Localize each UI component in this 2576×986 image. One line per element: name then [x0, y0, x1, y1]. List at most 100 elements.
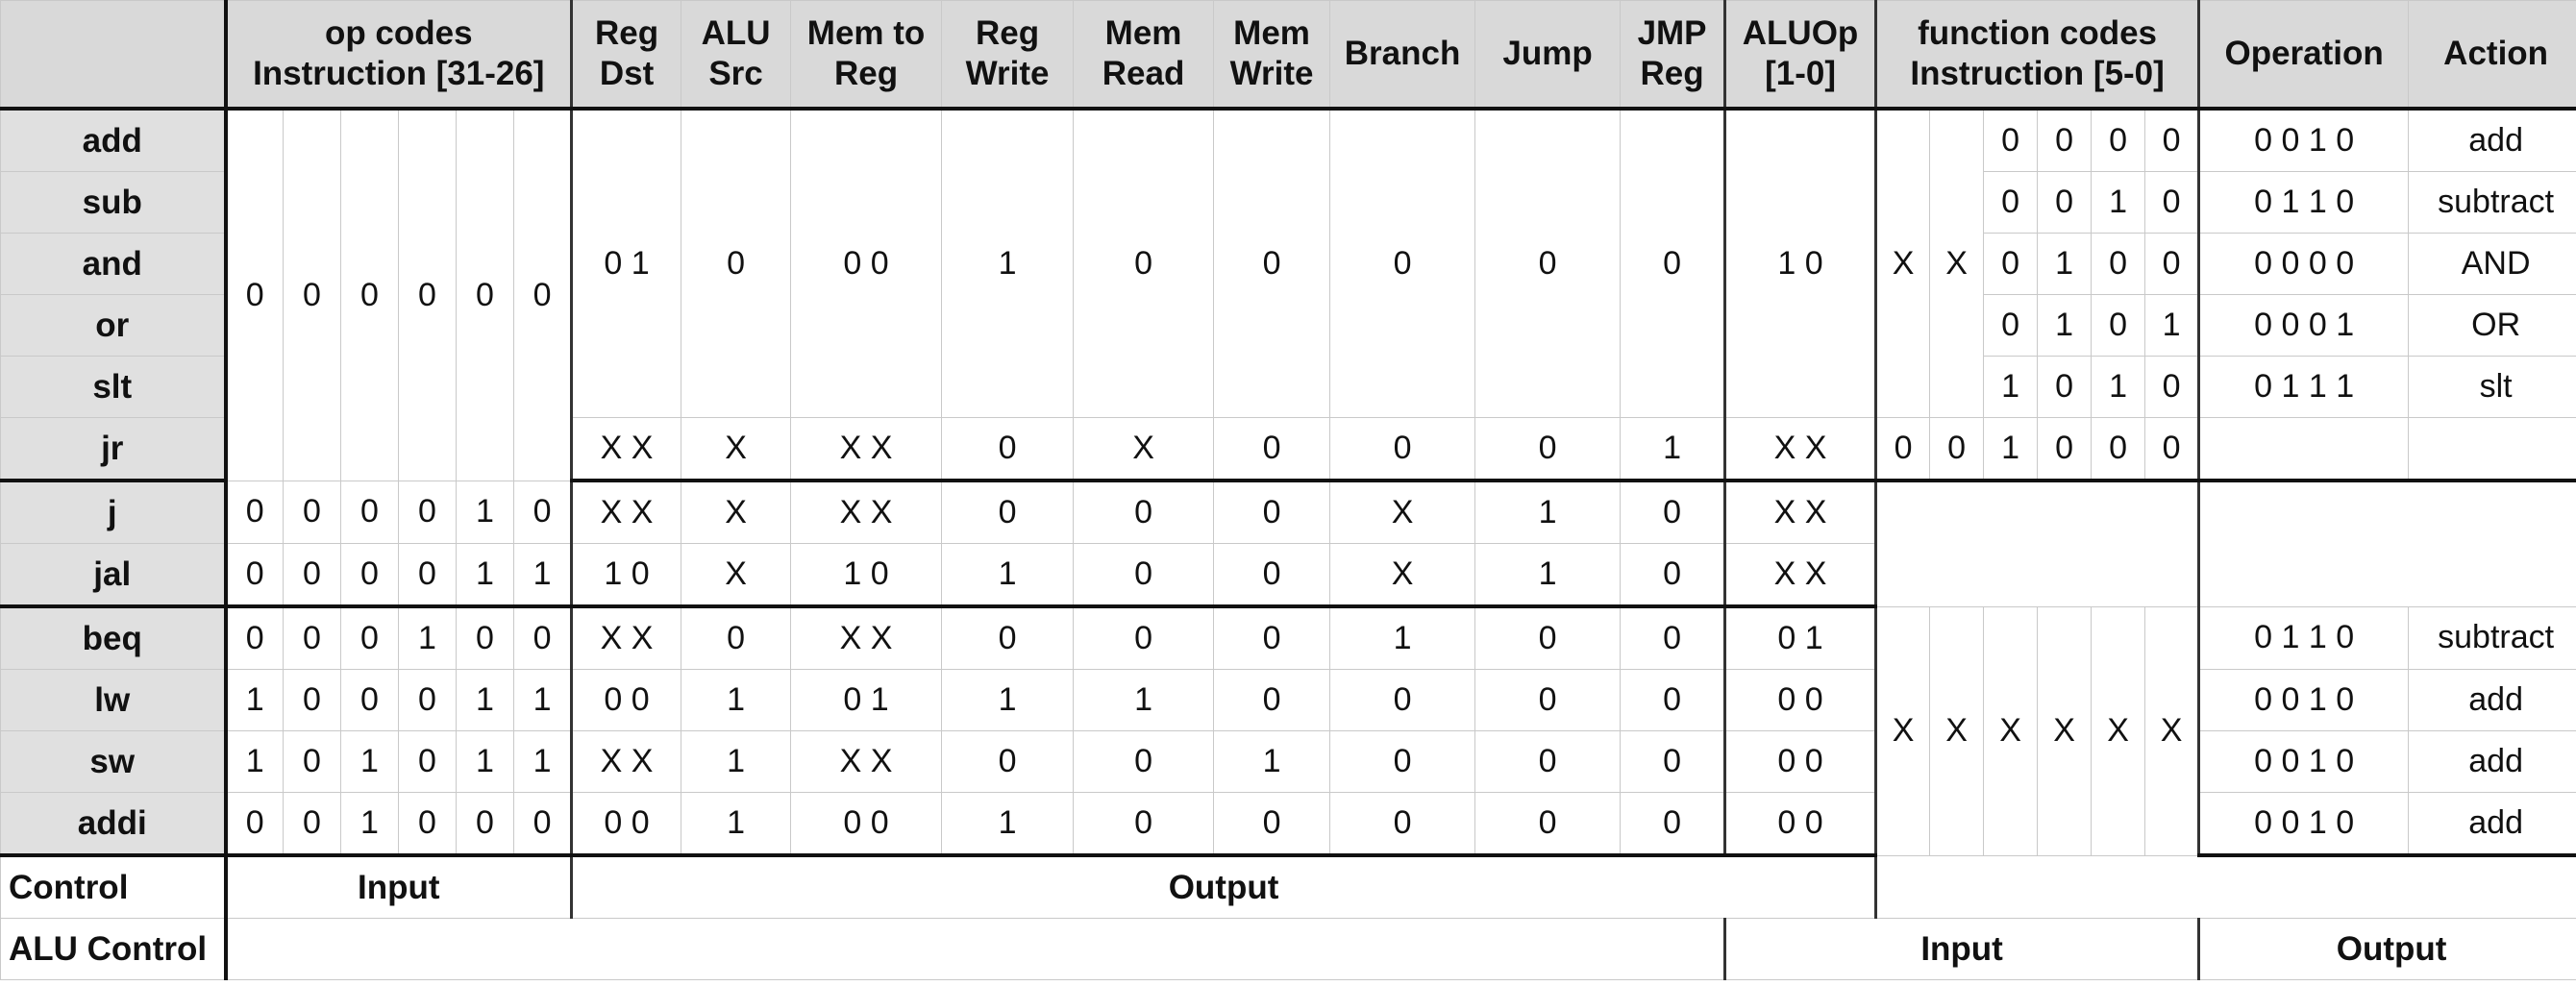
jump-cell: 0	[1474, 605, 1622, 670]
opcode-bit: 0	[398, 480, 457, 544]
opcode-bit: 0	[225, 543, 284, 608]
opcode-bit: 0	[512, 792, 574, 857]
row-label: and	[0, 233, 228, 295]
header-reg-write: Reg Write	[941, 0, 1075, 111]
reg-write-cell: 0	[941, 730, 1075, 793]
opcode-bit: 0	[398, 669, 457, 731]
opcode-bit: 0	[340, 108, 399, 481]
funct-bit: 1	[2037, 294, 2093, 357]
jmp-reg-cell: 0	[1620, 543, 1727, 608]
opcode-bit: 0	[512, 108, 574, 481]
opcode-bit: 0	[283, 669, 341, 731]
control-truth-table: op codes Instruction [31-26] Reg Dst ALU Sr…	[0, 0, 2576, 980]
action-cell: OR	[2408, 294, 2576, 357]
opcode-bit: 0	[283, 730, 341, 793]
opcode-bit: 1	[512, 669, 574, 731]
reg-dst-cell: 0 0	[571, 669, 682, 731]
alu-control-output-span: Output	[2198, 918, 2576, 980]
opcode-bit: 0	[340, 480, 399, 544]
funct-bit: X	[1929, 605, 1985, 856]
branch-cell: 0	[1329, 417, 1476, 482]
aluop-cell: 0 0	[1724, 669, 1878, 731]
mem-to-reg-cell: 0 0	[790, 792, 943, 857]
funct-bit: 0	[1983, 233, 2039, 295]
funct-bit: X	[2037, 605, 2093, 856]
funct-bit: X	[1929, 108, 1985, 418]
alu-control-input-span: Input	[1724, 918, 2201, 980]
control-output-span: Output	[571, 854, 1878, 919]
row-label: sub	[0, 171, 228, 234]
aluop-cell: 0 1	[1724, 605, 1878, 670]
alu-control-empty-span	[224, 918, 1727, 980]
opcode-bit: 0	[283, 543, 341, 608]
jmp-reg-cell: 0	[1620, 108, 1727, 418]
mem-read-cell: 0	[1073, 605, 1215, 670]
jump-cell: 1	[1474, 543, 1622, 608]
mem-to-reg-cell: X X	[790, 417, 943, 482]
aluop-cell: 1 0	[1724, 108, 1878, 418]
operation-cell	[2198, 417, 2410, 482]
action-cell: add	[2408, 730, 2576, 793]
jump-cell: 0	[1474, 669, 1622, 731]
header-aluop: ALUOp [1-0]	[1724, 0, 1878, 111]
funct-bit: 0	[2091, 233, 2146, 295]
mem-to-reg-cell: X X	[790, 730, 943, 793]
mem-write-cell: 0	[1213, 417, 1331, 482]
row-label: add	[0, 108, 228, 172]
aluop-cell: X X	[1724, 417, 1878, 482]
row-label: lw	[0, 669, 228, 731]
opcode-bit: 0	[456, 792, 514, 857]
reg-dst-cell: X X	[571, 730, 682, 793]
header-corner	[0, 0, 228, 111]
mem-read-cell: 0	[1073, 543, 1215, 608]
opcode-bit: 0	[340, 543, 399, 608]
header-mem-to-reg: Mem to Reg	[790, 0, 943, 111]
opcode-bit: 0	[283, 792, 341, 857]
jump-cell: 0	[1474, 792, 1622, 857]
funct-bit: 0	[2144, 233, 2201, 295]
opcode-bit: 1	[512, 730, 574, 793]
footer-row-control: Control Input Output	[0, 854, 2576, 919]
funct-bit: 1	[2091, 356, 2146, 418]
alu-src-cell: 1	[681, 792, 792, 857]
mem-to-reg-cell: X X	[790, 480, 943, 544]
opcode-bit: 0	[512, 480, 574, 544]
action-cell: subtract	[2408, 171, 2576, 234]
action-cell	[2408, 417, 2576, 482]
operation-cell: 0 0 1 0	[2198, 792, 2410, 857]
action-cell: add	[2408, 108, 2576, 172]
opcode-bit: 0	[398, 792, 457, 857]
table-row-add: add 0 0 0 0 0 0 0 1 0 0 0 1 0 0 0 0 0 1 …	[0, 108, 2576, 481]
funct-bit: 0	[2037, 356, 2093, 418]
funct-bit: 0	[2037, 171, 2093, 234]
action-cell: subtract	[2408, 605, 2576, 670]
jmp-reg-cell: 1	[1620, 417, 1727, 482]
funct-bit: X	[2091, 605, 2146, 856]
opcode-bit: 0	[398, 730, 457, 793]
alu-src-cell: X	[681, 417, 792, 482]
operation-cell: 0 1 1 1	[2198, 356, 2410, 418]
opcode-bit: 1	[456, 669, 514, 731]
header-op-codes: op codes Instruction [31-26]	[224, 0, 574, 111]
row-label: beq	[0, 605, 228, 670]
footer-row-alu-control: ALU Control Input Output	[0, 918, 2576, 980]
aluop-cell: X X	[1724, 480, 1878, 544]
branch-cell: X	[1329, 480, 1476, 544]
funct-bit: 0	[2091, 417, 2146, 482]
mem-write-cell: 0	[1213, 792, 1331, 857]
action-cell: AND	[2408, 233, 2576, 295]
alu-src-cell: 0	[681, 108, 792, 418]
reg-dst-cell: 0 1	[571, 108, 682, 418]
funct-bit: 0	[1875, 417, 1931, 482]
operation-cell: 0 0 1 0	[2198, 669, 2410, 731]
jmp-reg-cell: 0	[1620, 669, 1727, 731]
reg-dst-cell: X X	[571, 480, 682, 544]
branch-cell: 1	[1329, 605, 1476, 670]
alu-src-cell: 1	[681, 669, 792, 731]
action-cell: add	[2408, 669, 2576, 731]
operation-cell: 0 0 0 0	[2198, 233, 2410, 295]
control-empty-span	[1875, 854, 2576, 919]
jmp-reg-cell: 0	[1620, 792, 1727, 857]
funct-bit: 0	[2144, 417, 2201, 482]
row-label: j	[0, 480, 228, 544]
